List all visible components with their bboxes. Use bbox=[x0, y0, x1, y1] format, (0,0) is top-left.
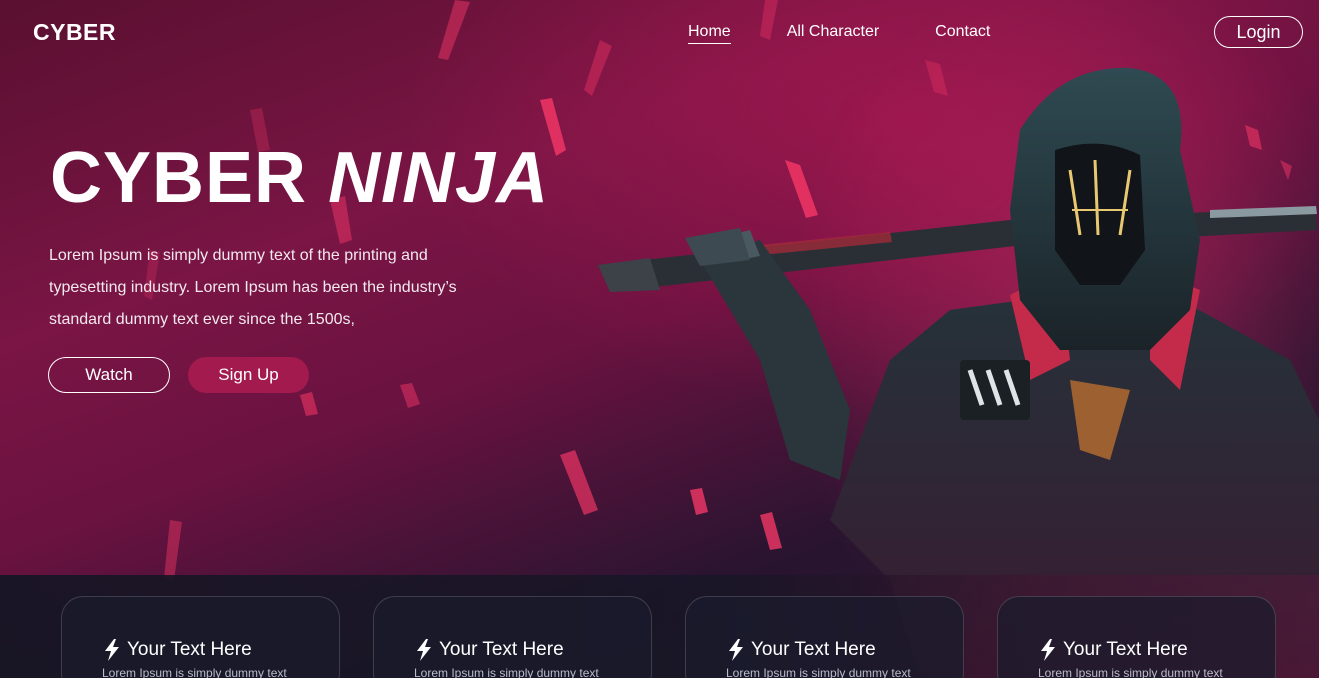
lightning-icon bbox=[729, 639, 743, 661]
feature-card-text: Lorem Ipsum is simply dummy text bbox=[1038, 666, 1223, 678]
lightning-icon bbox=[417, 639, 431, 661]
feature-card[interactable]: Your Text Here Lorem Ipsum is simply dum… bbox=[685, 596, 964, 678]
lightning-icon bbox=[105, 639, 119, 661]
feature-card[interactable]: Your Text Here Lorem Ipsum is simply dum… bbox=[373, 596, 652, 678]
feature-card-text: Lorem Ipsum is simply dummy text bbox=[414, 666, 599, 678]
feature-card-header: Your Text Here bbox=[415, 639, 564, 661]
feature-card-header: Your Text Here bbox=[1039, 639, 1188, 661]
feature-card-header: Your Text Here bbox=[103, 639, 252, 661]
hero-title-part1: CYBER bbox=[50, 138, 308, 218]
site-logo[interactable]: CYBER bbox=[33, 19, 116, 46]
login-button[interactable]: Login bbox=[1214, 16, 1303, 48]
nav-link-all-character[interactable]: All Character bbox=[787, 22, 879, 44]
sign-up-button[interactable]: Sign Up bbox=[188, 357, 309, 393]
watch-button[interactable]: Watch bbox=[48, 357, 170, 393]
nav-link-home[interactable]: Home bbox=[688, 22, 731, 44]
feature-card-text: Lorem Ipsum is simply dummy text bbox=[726, 666, 911, 678]
feature-card[interactable]: Your Text Here Lorem Ipsum is simply dum… bbox=[61, 596, 340, 678]
feature-card-title: Your Text Here bbox=[127, 639, 252, 660]
feature-card-text: Lorem Ipsum is simply dummy text bbox=[102, 666, 287, 678]
feature-card-title: Your Text Here bbox=[751, 639, 876, 660]
feature-card-title: Your Text Here bbox=[1063, 639, 1188, 660]
nav-link-contact[interactable]: Contact bbox=[935, 22, 990, 44]
hero-description: Lorem Ipsum is simply dummy text of the … bbox=[49, 247, 457, 328]
feature-card[interactable]: Your Text Here Lorem Ipsum is simply dum… bbox=[997, 596, 1276, 678]
lightning-icon bbox=[1041, 639, 1055, 661]
hero-title: CYBER NINJA bbox=[50, 137, 549, 219]
main-nav: Home All Character Contact bbox=[688, 22, 990, 44]
feature-card-header: Your Text Here bbox=[727, 639, 876, 661]
feature-card-title: Your Text Here bbox=[439, 639, 564, 660]
hero-title-part2: NINJA bbox=[328, 138, 550, 218]
